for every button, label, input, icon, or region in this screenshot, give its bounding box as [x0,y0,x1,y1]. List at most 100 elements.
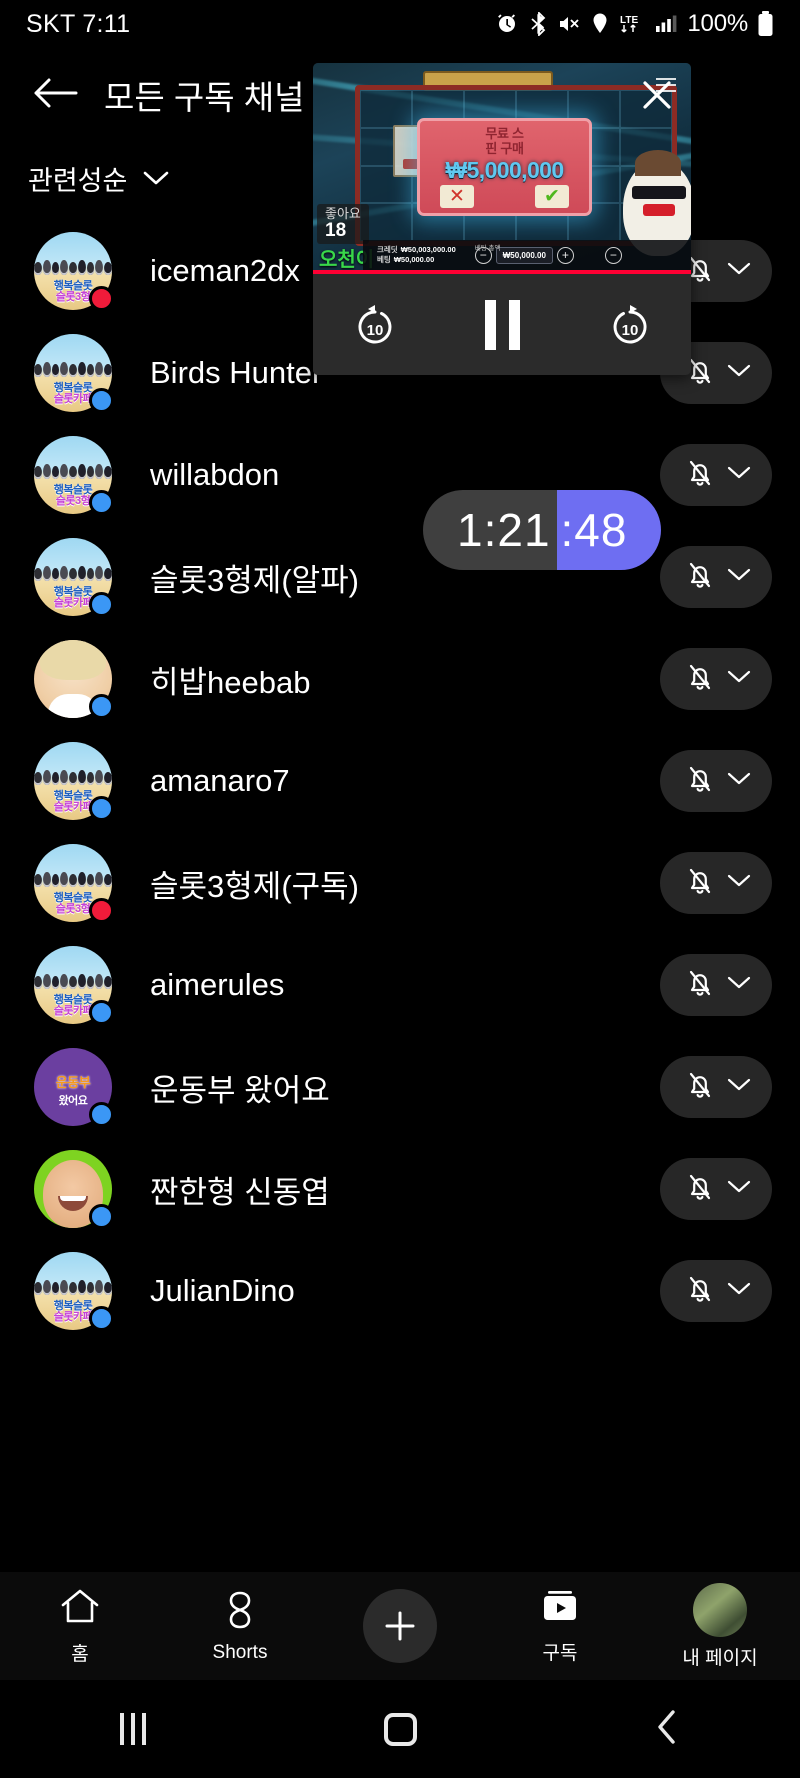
offer-line-1: 무료 스 [485,126,524,141]
notification-toggle[interactable] [660,1260,772,1322]
channel-row[interactable]: 운동부 왔어요 운동부 왔어요 [0,1036,800,1138]
avatar[interactable]: 행복슬롯 슬롯3형 [34,232,114,311]
chevron-down-icon [726,668,752,691]
channel-row[interactable]: 행복슬롯 슬롯카페 aimerules [0,934,800,1036]
android-navigation-bar[interactable] [0,1680,800,1778]
plus-circle-icon[interactable]: + [556,246,574,264]
avatar-text-line-1: 운동부 [55,1075,91,1090]
notification-toggle[interactable] [660,444,772,506]
tab-create[interactable] [320,1589,480,1663]
free-spin-purchase-dialog[interactable]: 무료 스 핀 구매 ₩5,000,000 ✕ ✔ [417,118,592,216]
elapsed-time: 1:21 [423,490,557,570]
status-badge [89,592,114,617]
seek-delta-time: :48 [556,490,662,570]
recents-icon [120,1713,147,1745]
avatar[interactable]: 행복슬롯 슬롯카페 [34,946,114,1025]
avatar[interactable] [34,1150,114,1229]
notification-toggle[interactable] [660,546,772,608]
avatar[interactable]: 행복슬롯 슬롯카페 [34,742,114,821]
cross-icon[interactable]: ✕ [440,185,474,209]
home-square-icon [383,1712,417,1746]
tab-subscriptions-label: 구독 [542,1643,578,1664]
like-label: 좋아요 [325,205,361,221]
status-badge [89,286,114,311]
battery-icon [757,11,774,37]
status-badge [89,694,114,719]
notification-toggle[interactable] [660,1056,772,1118]
avatar[interactable]: 행복슬롯 슬롯카페 [34,334,114,413]
status-badge [89,490,114,515]
shorts-icon [218,1589,262,1636]
bottom-tab-bar[interactable]: 홈 Shorts 구독 내 페이지 [0,1572,800,1680]
sort-label: 관련성순 [28,165,128,196]
channel-name: JulianDino [150,1273,295,1308]
page-title: 모든 구독 채널 [104,79,305,116]
avatar-artwork [34,751,112,785]
recents-button[interactable] [0,1713,267,1745]
credit-label-1: 크레딧 [377,244,398,254]
pause-icon [484,299,520,350]
channel-row[interactable]: 행복슬롯 슬롯카페 JulianDino [0,1240,800,1342]
pause-button[interactable] [484,299,520,350]
svg-text:LTE: LTE [620,15,638,26]
channel-name: aimerules [150,967,285,1002]
notification-toggle[interactable] [660,852,772,914]
channel-row[interactable]: 행복슬롯 슬롯카페 amanaro7 [0,730,800,832]
svg-text:10: 10 [621,322,638,339]
subscription-channel-list[interactable]: 행복슬롯 슬롯3형 iceman2dx 행복슬롯 슬롯카페 Birds Hunter 행복슬… [0,214,800,1342]
avatar-artwork [34,955,112,989]
avatar[interactable]: 행복슬롯 슬롯3형 [34,844,114,923]
avatar[interactable] [34,640,114,719]
channel-row[interactable]: 행복슬롯 슬롯3형 슬롯3형제(구독) [0,832,800,934]
forward-10-button[interactable]: 10 [604,299,656,351]
avatar-text-line-2: 슬롯3형 [55,495,91,508]
channel-row[interactable]: 짠한형 신동엽 [0,1138,800,1240]
channel-row[interactable]: 행복슬롯 슬롯3형 willabdon [0,424,800,526]
avatar[interactable]: 운동부 왔어요 [34,1048,114,1127]
check-icon[interactable]: ✔ [535,185,569,209]
bell-off-icon [680,759,720,804]
notification-toggle[interactable] [660,648,772,710]
tab-my-page[interactable]: 내 페이지 [640,1582,800,1670]
tab-subscriptions[interactable]: 구독 [480,1587,640,1665]
bell-off-icon [680,1065,720,1110]
channel-row[interactable]: 히밥heebab [0,628,800,730]
floating-video-player[interactable]: 무료 스 핀 구매 ₩5,000,000 ✕ ✔ 좋아요 18 오천이 크레딧 ₩… [313,63,691,375]
notification-toggle[interactable] [660,954,772,1016]
bet-value: ₩50,000.00 [495,246,553,264]
back-chevron-icon [654,1707,680,1752]
status-badge [89,388,114,413]
tab-home-label: 홈 [71,1644,89,1665]
video-surface[interactable]: 무료 스 핀 구매 ₩5,000,000 ✕ ✔ 좋아요 18 오천이 크레딧 ₩… [313,63,691,274]
back-button[interactable] [24,64,86,126]
avatar[interactable]: 행복슬롯 슬롯3형 [34,436,114,515]
seek-timer-overlay[interactable]: 1:21 :48 [423,490,662,570]
minus-circle-icon[interactable]: − [604,246,622,264]
avatar[interactable]: 행복슬롯 슬롯카페 [34,538,114,617]
notification-toggle[interactable] [660,750,772,812]
channel-row[interactable]: 행복슬롯 슬롯카페 슬롯3형제(알파) [0,526,800,628]
channel-name: amanaro7 [150,763,290,798]
back-button-nav[interactable] [533,1707,800,1752]
plus-icon[interactable] [363,1589,437,1663]
bet-total-label: 베팅 총액 [474,245,501,252]
player-controls[interactable]: 10 10 [313,274,691,375]
bet-amount-stepper[interactable]: 베팅 총액 − ₩50,000.00 + [474,245,574,264]
home-button[interactable] [267,1712,534,1746]
chevron-down-icon [726,362,752,385]
notification-toggle[interactable] [660,1158,772,1220]
bell-off-icon [680,963,720,1008]
avatar-text-line-2: 슬롯3형 [55,903,91,916]
location-icon [590,12,610,36]
like-counter: 좋아요 18 [317,203,369,244]
avatar[interactable]: 행복슬롯 슬롯카페 [34,1252,114,1331]
rewind-10-button[interactable]: 10 [349,299,401,351]
status-badge [89,1000,114,1025]
tab-shorts[interactable]: Shorts [160,1589,320,1664]
tab-my-page-label: 내 페이지 [682,1647,758,1669]
close-player-button[interactable] [633,73,681,121]
status-badge [89,1102,114,1127]
mute-icon [557,12,581,36]
tab-home[interactable]: 홈 [0,1586,160,1666]
status-badge [89,1204,114,1229]
